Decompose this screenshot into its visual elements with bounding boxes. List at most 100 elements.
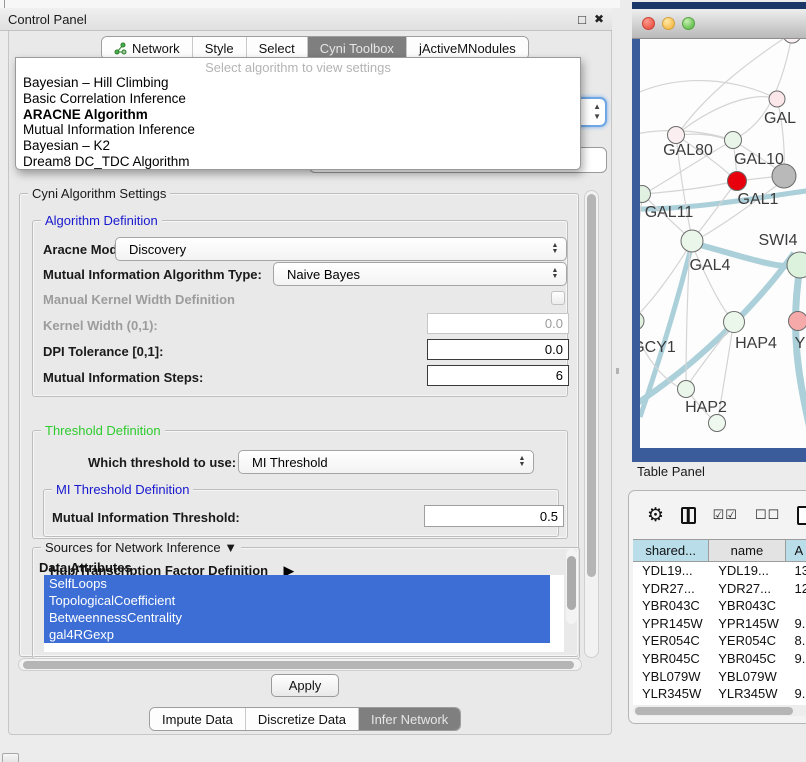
data-attribute-topologicalcoefficient[interactable]: TopologicalCoefficient [44,592,550,609]
table-cell: YBL079W [709,668,785,686]
algorithm-option-bayesian-k2[interactable]: Bayesian – K2 [16,138,580,154]
network-edge[interactable] [640,253,794,414]
network-edge[interactable] [644,182,732,194]
tab-network[interactable]: Network [102,37,192,59]
table-row[interactable]: YDL19...YDL19...13 [633,562,806,580]
network-node-gcy1[interactable] [640,312,644,330]
algorithm-option-mutual-information-inference[interactable]: Mutual Information Inference [16,122,580,138]
algorithm-option-bayesian-hill-climbing[interactable]: Bayesian – Hill Climbing [16,75,580,91]
mi-threshold-group: MI Threshold Definition Mutual Informati… [43,489,559,537]
network-node-gal80[interactable] [668,127,685,144]
settings-vertical-scrollbar[interactable] [584,190,599,658]
float-window-icon[interactable]: □ [578,12,586,27]
network-node[interactable] [709,415,726,432]
algorithm-option-aracne-algorithm[interactable]: ARACNE Algorithm [16,107,580,123]
tab-impute-data[interactable]: Impute Data [150,708,245,730]
network-node-gal[interactable] [769,91,785,107]
network-edge[interactable] [796,267,806,437]
network-edge[interactable] [640,199,642,317]
scrollbar-thumb[interactable] [587,194,596,577]
data-attributes-label: Data Attributes [39,560,132,575]
mi-threshold-input[interactable] [424,505,564,527]
table-panel: ⚙☑☑☐☐ shared...nameA YDL19...YDL19...13Y… [628,490,806,724]
network-node-gal4[interactable] [681,230,703,252]
network-node[interactable] [783,39,801,43]
panel-splitter-handle[interactable] [616,368,619,374]
scrollbar-thumb[interactable] [635,707,793,715]
network-graph[interactable]: GALGAL80GAL10GAL1GAL11GAL4SWI4GCY1HAP4YH… [640,39,806,448]
table-row[interactable]: YBR043CYBR043C [633,597,806,615]
dropdown-placeholder: Select algorithm to view settings [16,60,580,75]
tab-label: Network [132,41,180,56]
data-attributes-list: SelfLoopsTopologicalCoefficientBetweenne… [44,575,564,652]
table-header-row: shared...nameA [633,540,806,562]
network-node-gal10[interactable] [725,132,742,149]
node-label-y: Y [795,335,806,352]
table-row[interactable]: YBL079WYBL079W [633,668,806,686]
hide-columns-icon[interactable]: ☐☐ [755,507,780,523]
column-header-shared[interactable]: shared... [633,540,709,562]
network-node-hap4[interactable] [724,312,745,333]
export-table-icon[interactable] [797,506,806,525]
column-header-name[interactable]: name [709,540,785,562]
mi-type-combo[interactable]: Naive Bayes ▲▼ [273,262,567,286]
table-cell: 12 [785,580,806,598]
attributes-scrollbar[interactable] [566,549,577,624]
dpi-tolerance-label: DPI Tolerance [0,1]: [43,344,163,359]
network-graph-icon [114,42,127,55]
table-cell [785,668,806,686]
close-window-icon[interactable]: ✖ [594,12,604,26]
network-node[interactable] [772,164,796,188]
network-window-titlebar[interactable] [632,9,806,39]
network-edge[interactable] [640,131,733,140]
table-row[interactable]: YLR345WYLR345W9. [633,685,806,703]
table-row[interactable]: YBR045CYBR045C9. [633,650,806,668]
close-light-icon[interactable] [642,17,655,30]
minimize-light-icon[interactable] [662,17,675,30]
tab-style[interactable]: Style [192,37,246,59]
dpi-tolerance-input[interactable] [427,339,569,360]
manual-kernel-checkbox[interactable] [551,291,565,305]
table-horizontal-scrollbar[interactable] [633,705,806,716]
aracne-mode-combo[interactable]: Discovery ▲▼ [115,237,567,261]
spinner-arrows-icon: ▲▼ [593,102,601,122]
network-node-gal1[interactable] [728,172,747,191]
column-header-a[interactable]: A [786,540,806,562]
scrollbar-thumb[interactable] [567,556,576,610]
network-canvas[interactable]: GALGAL80GAL10GAL1GAL11GAL4SWI4GCY1HAP4YH… [640,39,806,448]
tab-jactivemnodules[interactable]: jActiveMNodules [406,37,528,59]
table-row[interactable]: YPR145WYPR145W9. [633,615,806,633]
scrollbar-thumb[interactable] [23,661,574,669]
tab-cyni-toolbox[interactable]: Cyni Toolbox [307,37,406,59]
kernel-width-input[interactable] [427,313,569,334]
threshold-definition-group: Threshold Definition Which threshold to … [32,430,568,539]
tab-select[interactable]: Select [246,37,307,59]
tab-label: jActiveMNodules [419,41,516,56]
collapse-down-icon[interactable]: ▼ [224,540,237,555]
mi-steps-input[interactable] [427,365,569,386]
table-row[interactable]: YER054CYER054C8. [633,632,806,650]
network-edge[interactable] [640,81,773,99]
split-columns-icon[interactable] [681,507,696,524]
settings-horizontal-scrollbar[interactable] [18,658,582,671]
table-panel-title: Table Panel [637,464,705,479]
tab-infer-network[interactable]: Infer Network [358,708,460,730]
network-node-hap2[interactable] [678,381,695,398]
table-row[interactable]: YDR27...YDR27...12 [633,580,806,598]
algorithm-option-basic-correlation-inference[interactable]: Basic Correlation Inference [16,91,580,107]
network-node-y[interactable] [789,312,806,331]
algorithm-option-dream8-dc-tdc-algorithm[interactable]: Dream8 DC_TDC Algorithm [16,154,580,170]
apply-button[interactable]: Apply [271,674,339,697]
table-cell: YLR345W [633,685,709,703]
data-attribute-selfloops[interactable]: SelfLoops [44,575,550,592]
settings-gear-icon[interactable]: ⚙ [647,504,664,527]
which-threshold-combo[interactable]: MI Threshold ▲▼ [238,450,534,474]
window-frame-top [632,2,806,9]
show-columns-icon[interactable]: ☑☑ [713,507,738,523]
data-attribute-gal4rgexp[interactable]: gal4RGexp [44,626,550,643]
node-label-hap4: HAP4 [735,335,777,352]
tab-discretize-data[interactable]: Discretize Data [245,708,358,730]
zoom-light-icon[interactable] [682,17,695,30]
docked-panel-icon[interactable] [2,753,19,762]
data-attribute-betweennesscentrality[interactable]: BetweennessCentrality [44,609,550,626]
